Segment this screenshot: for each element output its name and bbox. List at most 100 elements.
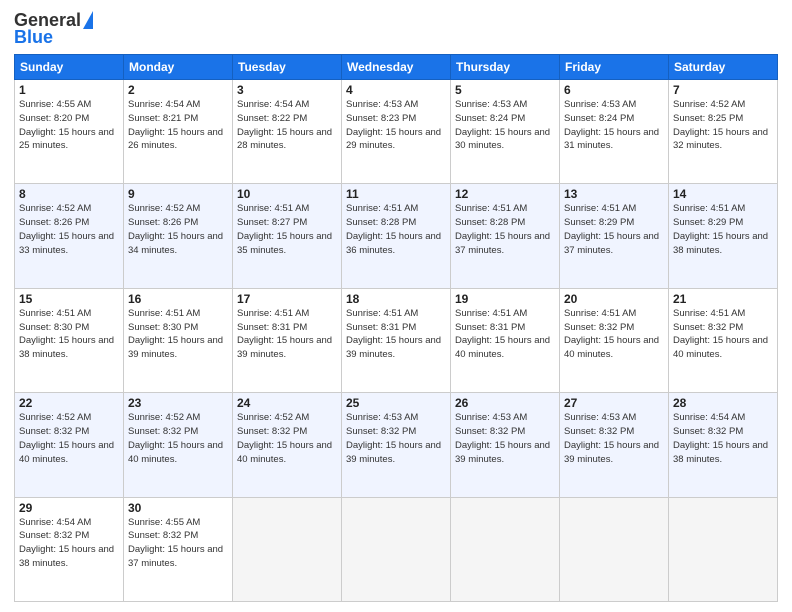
day-info: Sunrise: 4:51 AMSunset: 8:28 PMDaylight:… <box>455 203 550 255</box>
day-number: 21 <box>673 292 773 306</box>
calendar-day-cell <box>669 497 778 601</box>
calendar-day-cell <box>560 497 669 601</box>
calendar-day-cell <box>233 497 342 601</box>
day-number: 24 <box>237 396 337 410</box>
calendar-day-cell: 4 Sunrise: 4:53 AMSunset: 8:23 PMDaylight… <box>342 80 451 184</box>
calendar-day-cell <box>451 497 560 601</box>
day-number: 17 <box>237 292 337 306</box>
day-info: Sunrise: 4:52 AMSunset: 8:25 PMDaylight:… <box>673 99 768 151</box>
calendar-day-cell: 25 Sunrise: 4:53 AMSunset: 8:32 PMDayligh… <box>342 393 451 497</box>
day-info: Sunrise: 4:51 AMSunset: 8:28 PMDaylight:… <box>346 203 441 255</box>
day-info: Sunrise: 4:55 AMSunset: 8:32 PMDaylight:… <box>128 517 223 569</box>
calendar-day-cell: 16 Sunrise: 4:51 AMSunset: 8:30 PMDayligh… <box>124 288 233 392</box>
day-info: Sunrise: 4:53 AMSunset: 8:23 PMDaylight:… <box>346 99 441 151</box>
calendar-day-cell: 19 Sunrise: 4:51 AMSunset: 8:31 PMDayligh… <box>451 288 560 392</box>
day-info: Sunrise: 4:51 AMSunset: 8:32 PMDaylight:… <box>673 308 768 360</box>
calendar-day-cell: 12 Sunrise: 4:51 AMSunset: 8:28 PMDayligh… <box>451 184 560 288</box>
calendar-day-cell: 3 Sunrise: 4:54 AMSunset: 8:22 PMDaylight… <box>233 80 342 184</box>
calendar-day-cell: 29 Sunrise: 4:54 AMSunset: 8:32 PMDayligh… <box>15 497 124 601</box>
day-number: 10 <box>237 187 337 201</box>
day-number: 28 <box>673 396 773 410</box>
weekday-header: Sunday <box>15 55 124 80</box>
day-info: Sunrise: 4:53 AMSunset: 8:32 PMDaylight:… <box>564 412 659 464</box>
calendar-day-cell: 1 Sunrise: 4:55 AMSunset: 8:20 PMDaylight… <box>15 80 124 184</box>
day-info: Sunrise: 4:52 AMSunset: 8:26 PMDaylight:… <box>128 203 223 255</box>
day-info: Sunrise: 4:52 AMSunset: 8:32 PMDaylight:… <box>19 412 114 464</box>
logo-triangle-icon <box>83 11 93 29</box>
calendar-day-cell: 15 Sunrise: 4:51 AMSunset: 8:30 PMDayligh… <box>15 288 124 392</box>
day-info: Sunrise: 4:51 AMSunset: 8:30 PMDaylight:… <box>19 308 114 360</box>
day-number: 14 <box>673 187 773 201</box>
calendar-day-cell: 7Sunrise: 4:52 AMSunset: 8:25 PMDaylight… <box>669 80 778 184</box>
day-number: 13 <box>564 187 664 201</box>
day-info: Sunrise: 4:52 AMSunset: 8:26 PMDaylight:… <box>19 203 114 255</box>
calendar-day-cell: 13 Sunrise: 4:51 AMSunset: 8:29 PMDayligh… <box>560 184 669 288</box>
logo-blue-text: Blue <box>14 27 53 48</box>
day-number: 25 <box>346 396 446 410</box>
day-info: Sunrise: 4:54 AMSunset: 8:32 PMDaylight:… <box>19 517 114 569</box>
calendar-day-cell: 27 Sunrise: 4:53 AMSunset: 8:32 PMDayligh… <box>560 393 669 497</box>
calendar-day-cell: 24 Sunrise: 4:52 AMSunset: 8:32 PMDayligh… <box>233 393 342 497</box>
calendar-day-cell: 6 Sunrise: 4:53 AMSunset: 8:24 PMDaylight… <box>560 80 669 184</box>
weekday-header: Friday <box>560 55 669 80</box>
day-info: Sunrise: 4:54 AMSunset: 8:21 PMDaylight:… <box>128 99 223 151</box>
day-info: Sunrise: 4:53 AMSunset: 8:32 PMDaylight:… <box>455 412 550 464</box>
day-number: 20 <box>564 292 664 306</box>
day-info: Sunrise: 4:51 AMSunset: 8:30 PMDaylight:… <box>128 308 223 360</box>
calendar-day-cell: 30 Sunrise: 4:55 AMSunset: 8:32 PMDayligh… <box>124 497 233 601</box>
logo: General Blue <box>14 10 93 48</box>
day-number: 15 <box>19 292 119 306</box>
calendar-table: SundayMondayTuesdayWednesdayThursdayFrid… <box>14 54 778 602</box>
calendar-day-cell: 10 Sunrise: 4:51 AMSunset: 8:27 PMDayligh… <box>233 184 342 288</box>
day-info: Sunrise: 4:54 AMSunset: 8:22 PMDaylight:… <box>237 99 332 151</box>
day-info: Sunrise: 4:51 AMSunset: 8:31 PMDaylight:… <box>237 308 332 360</box>
day-number: 30 <box>128 501 228 515</box>
day-number: 29 <box>19 501 119 515</box>
day-info: Sunrise: 4:51 AMSunset: 8:31 PMDaylight:… <box>455 308 550 360</box>
calendar-day-cell: 5Sunrise: 4:53 AMSunset: 8:24 PMDaylight… <box>451 80 560 184</box>
day-info: Sunrise: 4:53 AMSunset: 8:24 PMDaylight:… <box>564 99 659 151</box>
calendar-day-cell: 18Sunrise: 4:51 AMSunset: 8:31 PMDayligh… <box>342 288 451 392</box>
day-number: 12 <box>455 187 555 201</box>
day-number: 22 <box>19 396 119 410</box>
day-info: Sunrise: 4:53 AMSunset: 8:24 PMDaylight:… <box>455 99 550 151</box>
day-info: Sunrise: 4:52 AMSunset: 8:32 PMDaylight:… <box>128 412 223 464</box>
day-info: Sunrise: 4:51 AMSunset: 8:31 PMDaylight:… <box>346 308 441 360</box>
weekday-header: Wednesday <box>342 55 451 80</box>
calendar-week-row: 8Sunrise: 4:52 AMSunset: 8:26 PMDaylight… <box>15 184 778 288</box>
day-number: 3 <box>237 83 337 97</box>
header: General Blue <box>14 10 778 48</box>
calendar-day-cell <box>342 497 451 601</box>
calendar-day-cell: 2 Sunrise: 4:54 AMSunset: 8:21 PMDaylight… <box>124 80 233 184</box>
day-number: 2 <box>128 83 228 97</box>
day-number: 11 <box>346 187 446 201</box>
calendar-day-cell: 23Sunrise: 4:52 AMSunset: 8:32 PMDayligh… <box>124 393 233 497</box>
day-number: 9 <box>128 187 228 201</box>
calendar-day-cell: 26Sunrise: 4:53 AMSunset: 8:32 PMDayligh… <box>451 393 560 497</box>
day-info: Sunrise: 4:54 AMSunset: 8:32 PMDaylight:… <box>673 412 768 464</box>
day-info: Sunrise: 4:55 AMSunset: 8:20 PMDaylight:… <box>19 99 114 151</box>
calendar-day-cell: 21 Sunrise: 4:51 AMSunset: 8:32 PMDayligh… <box>669 288 778 392</box>
day-info: Sunrise: 4:51 AMSunset: 8:29 PMDaylight:… <box>564 203 659 255</box>
calendar-day-cell: 14 Sunrise: 4:51 AMSunset: 8:29 PMDayligh… <box>669 184 778 288</box>
calendar-day-cell: 22 Sunrise: 4:52 AMSunset: 8:32 PMDayligh… <box>15 393 124 497</box>
day-number: 16 <box>128 292 228 306</box>
day-number: 27 <box>564 396 664 410</box>
calendar-day-cell: 17 Sunrise: 4:51 AMSunset: 8:31 PMDayligh… <box>233 288 342 392</box>
day-info: Sunrise: 4:52 AMSunset: 8:32 PMDaylight:… <box>237 412 332 464</box>
weekday-header: Thursday <box>451 55 560 80</box>
calendar-day-cell: 28 Sunrise: 4:54 AMSunset: 8:32 PMDayligh… <box>669 393 778 497</box>
day-number: 6 <box>564 83 664 97</box>
day-info: Sunrise: 4:53 AMSunset: 8:32 PMDaylight:… <box>346 412 441 464</box>
calendar-day-cell: 8Sunrise: 4:52 AMSunset: 8:26 PMDaylight… <box>15 184 124 288</box>
weekday-header: Tuesday <box>233 55 342 80</box>
day-number: 4 <box>346 83 446 97</box>
calendar-day-cell: 11 Sunrise: 4:51 AMSunset: 8:28 PMDayligh… <box>342 184 451 288</box>
day-number: 1 <box>19 83 119 97</box>
weekday-header: Monday <box>124 55 233 80</box>
day-info: Sunrise: 4:51 AMSunset: 8:29 PMDaylight:… <box>673 203 768 255</box>
calendar-week-row: 22 Sunrise: 4:52 AMSunset: 8:32 PMDayligh… <box>15 393 778 497</box>
calendar-week-row: 15 Sunrise: 4:51 AMSunset: 8:30 PMDayligh… <box>15 288 778 392</box>
day-info: Sunrise: 4:51 AMSunset: 8:27 PMDaylight:… <box>237 203 332 255</box>
day-number: 19 <box>455 292 555 306</box>
